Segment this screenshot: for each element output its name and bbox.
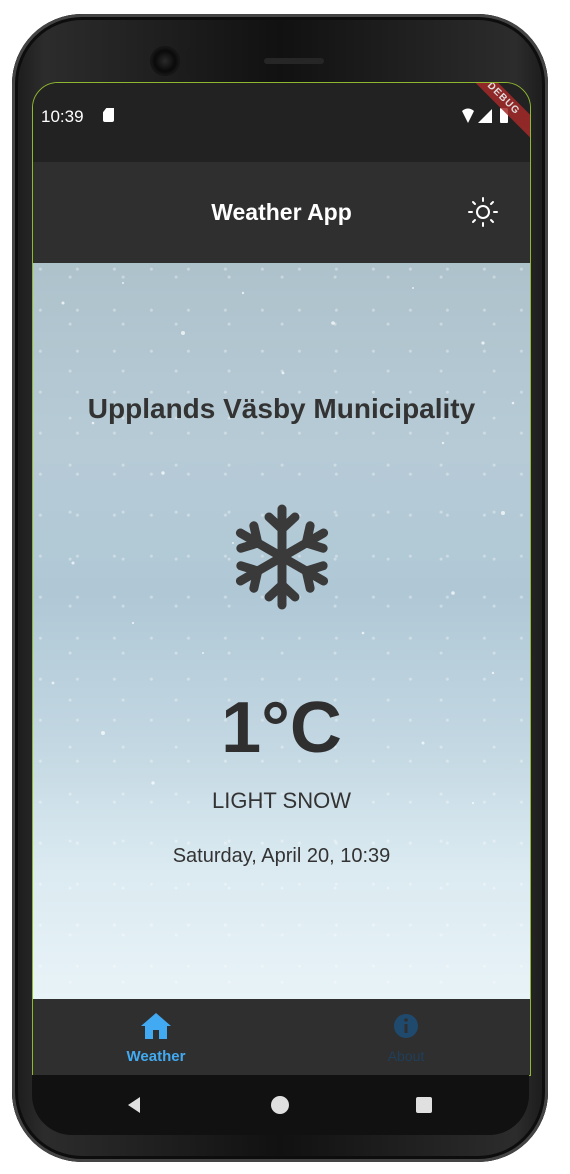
proximity-sensor — [186, 48, 196, 74]
sd-card-icon — [103, 108, 114, 122]
home-circle-icon[interactable] — [270, 1095, 290, 1115]
recents-square-icon[interactable] — [414, 1095, 434, 1115]
nav-item-weather[interactable]: Weather — [86, 1011, 226, 1065]
location-name: Upplands Väsby Municipality — [87, 393, 476, 424]
sun-icon — [468, 197, 498, 227]
date-time: Saturday, April 20, 10:39 — [172, 845, 391, 867]
phone-top-bezel — [132, 44, 432, 84]
nav-label-about: About — [387, 1048, 425, 1064]
app-bar: Weather App — [33, 162, 530, 263]
cell-signal-icon — [478, 109, 492, 123]
nav-label-weather: Weather — [126, 1048, 186, 1065]
info-icon — [394, 1014, 418, 1038]
weather-description: LIGHT SNOW — [212, 788, 351, 813]
bottom-navigation: Weather About — [33, 999, 530, 1075]
weather-content: Upplands Väsby Municipality 1°C LIGHT SN… — [33, 263, 530, 999]
status-time: 10:39 — [41, 107, 84, 126]
wifi-icon — [462, 108, 474, 123]
temperature: 1°C — [221, 688, 342, 768]
page-title: Weather App — [211, 199, 352, 225]
home-icon — [141, 1013, 171, 1039]
back-triangle-icon[interactable] — [124, 1095, 144, 1115]
snowflake-icon — [235, 504, 328, 610]
theme-toggle-button[interactable] — [466, 195, 500, 229]
nav-item-about[interactable]: About — [336, 1011, 476, 1064]
status-bar: 10:39 DEBUG — [33, 83, 530, 162]
snow-background — [51, 282, 515, 805]
system-navigation-bar — [32, 1075, 529, 1135]
front-camera — [152, 48, 178, 74]
device-screen: 10:39 DEBUG Weather App Upplands Väsby M… — [32, 82, 531, 1076]
earpiece-speaker — [264, 58, 324, 64]
